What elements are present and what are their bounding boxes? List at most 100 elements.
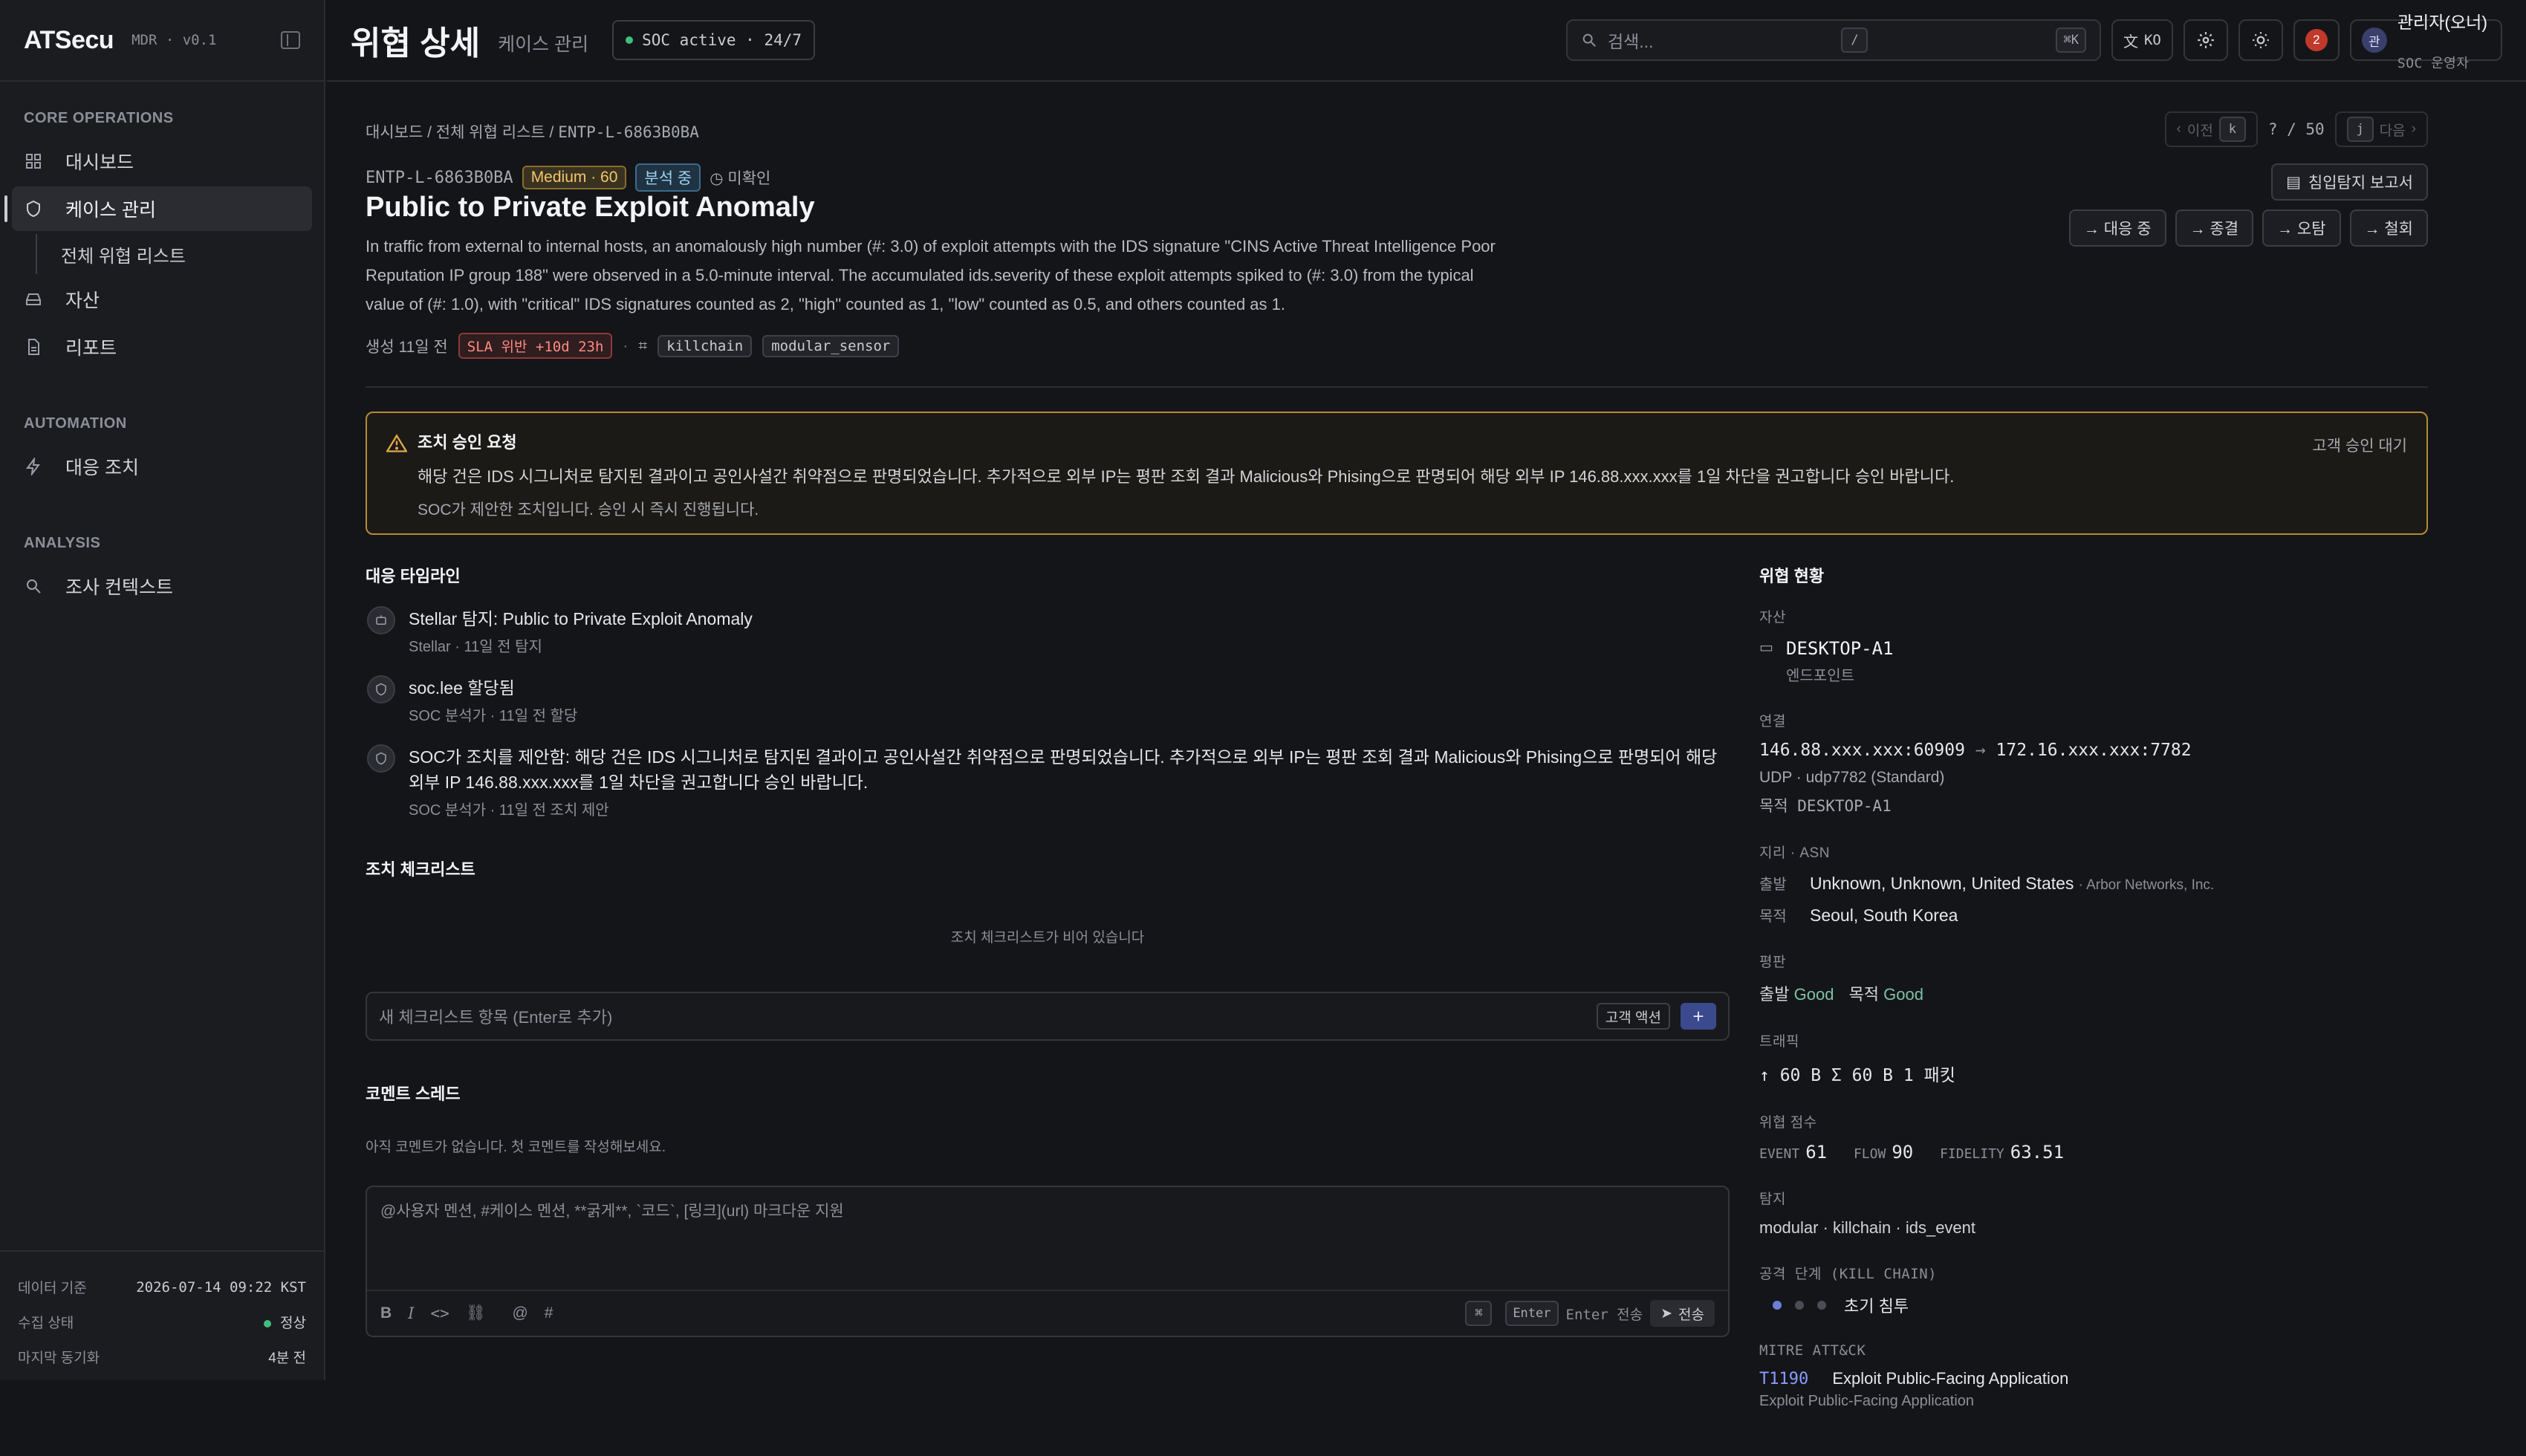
sidebar-subitem-all-threats[interactable]: 전체 위협 리스트 bbox=[36, 234, 312, 274]
tag-chip[interactable]: killchain bbox=[658, 334, 753, 357]
approval-sub: SOC가 제안한 조치입니다. 승인 시 즉시 진행됩니다. bbox=[418, 501, 759, 519]
language-label: KO bbox=[2143, 32, 2161, 48]
timeline-item: SOC가 조치를 제안함: 해당 건은 IDS 시그니처로 탐지된 결과이고 공… bbox=[366, 744, 1730, 819]
pager-position: ? / 50 bbox=[2267, 120, 2325, 138]
search-input[interactable]: 검색... / ⌘K bbox=[1565, 19, 2101, 61]
notifications-button[interactable]: 2 bbox=[2293, 19, 2340, 61]
editor-toolbar: B I <> ⛓ @ # ⌘ Enter Enter 전송 ➤ 전송 bbox=[367, 1291, 1728, 1336]
settings-button[interactable] bbox=[2183, 19, 2228, 61]
breadcrumb-dashboard[interactable]: 대시보드 bbox=[366, 124, 423, 141]
checklist-input[interactable]: 새 체크리스트 항목 (Enter로 추가) 고객 액션 + bbox=[366, 992, 1730, 1041]
notification-count-badge: 2 bbox=[2305, 29, 2328, 51]
sidebar-item-assets[interactable]: 자산 bbox=[12, 277, 312, 322]
kbd-cmdk: ⌘K bbox=[2056, 27, 2086, 53]
last-sync-label: 마지막 동기화 bbox=[18, 1351, 100, 1366]
geo-dest-value: Seoul, South Korea bbox=[1810, 906, 1958, 925]
asset-name[interactable]: DESKTOP-A1 bbox=[1786, 638, 1894, 659]
close-case-button[interactable]: → 종결 bbox=[2175, 209, 2254, 247]
sidebar-item-dashboard[interactable]: 대시보드 bbox=[12, 139, 312, 183]
geo-origin-row: 출발 Unknown, Unknown, United States · Arb… bbox=[1759, 872, 2428, 894]
search-placeholder: 검색... bbox=[1607, 32, 1654, 51]
withdraw-button[interactable]: → 철회 bbox=[2349, 209, 2428, 247]
sidebar-item-reports[interactable]: 리포트 bbox=[12, 325, 312, 369]
timeline-title: 대응 타임라인 bbox=[366, 567, 461, 585]
ids-report-button[interactable]: ▤ 침입탐지 보고서 bbox=[2271, 163, 2428, 201]
collect-status-label: 수집 상태 bbox=[18, 1316, 74, 1331]
asset-type: 엔드포인트 bbox=[1786, 668, 1854, 684]
code-icon[interactable]: <> bbox=[430, 1304, 449, 1322]
warning-icon bbox=[386, 434, 407, 452]
theme-toggle-button[interactable] bbox=[2238, 19, 2283, 61]
language-button[interactable]: 文 KO bbox=[2111, 19, 2173, 61]
kbd-cmd: ⌘ bbox=[1465, 1301, 1493, 1326]
clock-icon: ◷ bbox=[710, 170, 724, 187]
rep-origin-value: Good bbox=[1793, 985, 1834, 1004]
reputation-value: 출발 Good 목적 Good bbox=[1759, 981, 2428, 1005]
severity-badge: Medium · 60 bbox=[522, 166, 627, 189]
brand-version: MDR · v0.1 bbox=[132, 32, 217, 48]
drive-icon bbox=[24, 290, 43, 309]
data-basis-row: 데이터 기준 2026-07-14 09:22 KST bbox=[18, 1270, 306, 1304]
timeline-meta: SOC 분석가 · 11일 전 조치 제안 bbox=[409, 802, 609, 819]
divider bbox=[366, 386, 2428, 388]
breadcrumb: 대시보드 / 전체 위협 리스트 / ENTP-L-6863B0BA bbox=[366, 123, 699, 141]
send-icon: ➤ bbox=[1660, 1305, 1673, 1322]
collect-status-value: 정상 bbox=[280, 1316, 306, 1331]
header-crumb[interactable]: 케이스 관리 bbox=[498, 30, 588, 56]
timeline-item: soc.lee 할당됨 SOC 분석가 · 11일 전 할당 bbox=[366, 675, 1730, 725]
confirm-status: ◷ 미확인 bbox=[710, 166, 770, 189]
timeline-item: Stellar 탐지: Public to Private Exploit An… bbox=[366, 606, 1730, 656]
user-menu[interactable]: 관 관리자(오너) SOC 운영자 bbox=[2349, 13, 2502, 71]
traffic-value: ↑ 60 B Σ 60 B 1 패킷 bbox=[1759, 1066, 1955, 1085]
confirm-label: 미확인 bbox=[727, 170, 771, 187]
timeline-text: Stellar 탐지: Public to Private Exploit An… bbox=[409, 609, 753, 628]
breadcrumb-current: ENTP-L-6863B0BA bbox=[558, 123, 699, 141]
italic-icon[interactable]: I bbox=[408, 1304, 414, 1322]
next-button[interactable]: j 다음 › bbox=[2334, 111, 2428, 147]
timeline-text: SOC가 조치를 제안함: 해당 건은 IDS 시그니처로 탐지된 결과이고 공… bbox=[409, 747, 1718, 792]
comment-editor: @사용자 멘션, #케이스 멘션, **굵게**, `코드`, [링크](url… bbox=[366, 1186, 1730, 1337]
sidebar-item-label: 대시보드 bbox=[65, 152, 134, 173]
sidebar-item-label: 케이스 관리 bbox=[65, 200, 156, 221]
created-time: 생성 11일 전 bbox=[366, 338, 448, 356]
mitre-technique[interactable]: T1190 Exploit Public-Facing Application bbox=[1759, 1369, 2428, 1388]
file-icon: ▤ bbox=[2286, 173, 2301, 191]
sidebar-item-investigation[interactable]: 조사 컨텍스트 bbox=[12, 564, 312, 608]
mitre-technique-name: Exploit Public-Facing Application bbox=[1832, 1369, 2069, 1388]
mitre-technique-id[interactable]: T1190 bbox=[1759, 1370, 1808, 1388]
timeline-text: soc.lee 할당됨 bbox=[409, 678, 515, 698]
link-icon[interactable]: ⛓ bbox=[466, 1304, 486, 1322]
shield-icon bbox=[367, 675, 395, 703]
brand-bar: ATSecu MDR · v0.1 bbox=[0, 0, 324, 82]
send-button[interactable]: ➤ 전송 bbox=[1650, 1300, 1715, 1327]
chevron-left-icon: ‹ bbox=[2176, 121, 2181, 137]
breadcrumb-all-threats[interactable]: 전체 위협 리스트 bbox=[436, 124, 545, 141]
sidebar-footer: 데이터 기준 2026-07-14 09:22 KST 수집 상태 정상 마지막… bbox=[0, 1250, 324, 1380]
geo-dest-key: 목적 bbox=[1759, 909, 1787, 925]
prev-label: 이전 bbox=[2186, 123, 2213, 139]
tag-chip[interactable]: modular_sensor bbox=[762, 334, 900, 357]
in-response-button[interactable]: → 대응 중 bbox=[2068, 209, 2166, 247]
case-description: In traffic from external to internal hos… bbox=[366, 237, 1496, 313]
timeline-meta: Stellar · 11일 전 탐지 bbox=[409, 639, 542, 655]
comments-empty: 아직 코멘트가 없습니다. 첫 코멘트를 작성해보세요. bbox=[366, 1140, 666, 1155]
comment-textarea[interactable]: @사용자 멘션, #케이스 멘션, **굵게**, `코드`, [링크](url… bbox=[367, 1187, 1728, 1291]
add-checklist-button[interactable]: + bbox=[1681, 1003, 1716, 1030]
gear-icon bbox=[2198, 32, 2214, 48]
sidebar-collapse-icon[interactable] bbox=[281, 31, 300, 49]
prev-button[interactable]: ‹ 이전 k bbox=[2164, 111, 2258, 147]
false-positive-button[interactable]: → 오탐 bbox=[2262, 209, 2341, 247]
sun-icon bbox=[2253, 32, 2269, 48]
section-core-operations: CORE OPERATIONS bbox=[24, 110, 174, 126]
threat-title: 위협 현황 bbox=[1759, 567, 1825, 585]
bold-icon[interactable]: B bbox=[380, 1304, 392, 1322]
checklist-title: 조치 체크리스트 bbox=[366, 860, 475, 879]
geo-origin-key: 출발 bbox=[1759, 877, 1787, 893]
sidebar-item-response[interactable]: 대응 조치 bbox=[12, 444, 312, 489]
killchain-stage: 초기 침투 bbox=[1844, 1297, 1909, 1316]
customer-action-toggle[interactable]: 고객 액션 bbox=[1596, 1003, 1670, 1030]
hash-icon[interactable]: # bbox=[545, 1304, 553, 1322]
brand-logo[interactable]: ATSecu bbox=[24, 26, 114, 55]
sidebar-item-cases[interactable]: 케이스 관리 bbox=[4, 186, 312, 231]
mention-icon[interactable]: @ bbox=[512, 1304, 527, 1322]
